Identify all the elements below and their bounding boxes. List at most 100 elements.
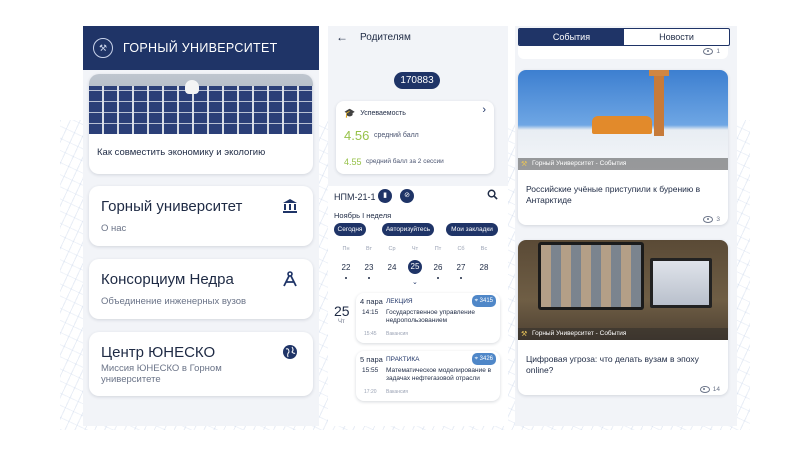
- day-name: Вт: [365, 246, 372, 252]
- today-button[interactable]: Сегодня: [334, 223, 366, 236]
- performance-header: 🎓 Успеваемость: [344, 108, 406, 119]
- news-card[interactable]: ⚒ Горный Университет - События Цифровая …: [518, 240, 728, 395]
- menu-item-title: Горный университет: [101, 198, 243, 215]
- bookmark-icon[interactable]: ▮: [378, 189, 392, 203]
- event-dot: [368, 277, 370, 279]
- lesson-type: ЛЕКЦИЯ: [386, 298, 413, 305]
- selected-day-weekday: Чт: [338, 319, 345, 325]
- featured-image: [89, 74, 313, 134]
- lesson-number: 5 пара: [360, 355, 383, 364]
- menu-item-title: Центр ЮНЕСКО: [101, 344, 216, 361]
- session-average: 4.55: [344, 157, 362, 167]
- lesson-number: 4 пара: [360, 297, 383, 306]
- screen-title: Родителям: [360, 31, 411, 43]
- main-menu-screen: ⚒ ГОРНЫЙ УНИВЕРСИТЕТ Как совместить экон…: [83, 26, 319, 426]
- day-number[interactable]: 24: [382, 263, 402, 272]
- view-count-value: 3: [716, 216, 720, 223]
- day-name: Пн: [342, 246, 350, 252]
- app-header: ⚒ ГОРНЫЙ УНИВЕРСИТЕТ: [83, 26, 319, 70]
- previous-news-card[interactable]: 1: [518, 46, 728, 59]
- day-name: Пт: [434, 246, 442, 252]
- lesson-note: Вакансия: [386, 331, 408, 337]
- day-number[interactable]: 23: [359, 263, 379, 272]
- event-dot: [460, 277, 462, 279]
- news-title: Российские учёные приступили к бурению в…: [526, 184, 701, 205]
- average-grade-label: средний балл: [374, 132, 419, 139]
- day-number-selected[interactable]: 25: [408, 260, 422, 274]
- back-arrow-icon[interactable]: ←: [336, 30, 348, 44]
- performance-label: Успеваемость: [360, 110, 406, 117]
- lesson-name: Государственное управление недропользова…: [386, 309, 475, 324]
- news-image: ⚒ Горный Университет - События: [518, 240, 728, 340]
- selected-day-number: 25: [334, 303, 350, 319]
- day-number[interactable]: 27: [451, 263, 471, 272]
- lesson-end: 17:20: [364, 389, 377, 395]
- session-average-label: средний балл за 2 сессии: [366, 158, 444, 165]
- performance-card[interactable]: 🎓 Успеваемость › 4.56 средний балл 4.55 …: [336, 101, 494, 174]
- room-number: 3415: [479, 298, 493, 304]
- chevron-down-icon[interactable]: ⌄: [412, 278, 418, 286]
- tab-news[interactable]: Новости: [624, 29, 729, 45]
- menu-item-subtitle: Миссия ЮНЕСКО в Горном университете: [101, 363, 222, 385]
- lesson-card[interactable]: 4 пара ЛЕКЦИЯ ⌖ 3415 14:15 15:45 Государ…: [356, 293, 500, 343]
- room-number: 3426: [479, 356, 493, 362]
- group-name: НПМ-21-1: [334, 192, 376, 202]
- student-id-badge: 170883: [394, 72, 440, 89]
- lesson-card[interactable]: 5 пара ПРАКТИКА ⌖ 3426 15:55 17:20 Матем…: [356, 351, 500, 401]
- day-number[interactable]: 26: [428, 263, 448, 272]
- eye-icon: [703, 48, 714, 55]
- app-title: ГОРНЫЙ УНИВЕРСИТЕТ: [123, 41, 278, 55]
- day-name: Ср: [388, 246, 396, 252]
- eye-icon: [703, 216, 714, 223]
- news-image: ⚒ Горный Университет - События: [518, 70, 728, 170]
- view-count: 14: [699, 386, 720, 393]
- menu-item-unesco[interactable]: Центр ЮНЕСКО Миссия ЮНЕСКО в Горном унив…: [89, 332, 313, 396]
- average-grade: 4.56: [344, 128, 370, 143]
- image-caption-bar: ⚒ Горный Университет - События: [518, 328, 728, 340]
- hammer-pick-icon: ⚒: [521, 161, 528, 168]
- parents-screen: ← Родителям 170883 🎓 Успеваемость › 4.56…: [328, 26, 508, 426]
- globe-icon: [281, 344, 299, 362]
- image-caption-bar: ⚒ Горный Университет - События: [518, 158, 728, 170]
- lesson-name: Математическое моделирование в задачах н…: [386, 367, 492, 382]
- menu-item-subtitle: Объединение инженерных вузов: [101, 296, 247, 307]
- compass-icon: [281, 271, 299, 289]
- day-number[interactable]: 22: [336, 263, 356, 272]
- view-count: 1: [703, 48, 720, 55]
- featured-article-card[interactable]: Как совместить экономику и экологию: [89, 74, 313, 174]
- day-number[interactable]: 28: [474, 263, 494, 272]
- authorize-button[interactable]: Авторизуйтесь: [382, 223, 434, 236]
- menu-item-title: Консорциум Недра: [101, 271, 234, 288]
- graduation-cap-icon: 🎓: [344, 108, 356, 118]
- news-card[interactable]: ⚒ Горный Университет - События Российски…: [518, 70, 728, 225]
- image-caption: Горный Университет - События: [532, 330, 627, 337]
- image-caption: Горный Университет - События: [532, 160, 627, 167]
- tab-bar: События Новости: [518, 28, 730, 46]
- schedule-panel: НПМ-21-1 ▮ ⊘ Ноябрь I неделя Сегодня Авт…: [328, 186, 508, 426]
- location-pin-icon: ⌖: [474, 298, 478, 304]
- search-icon[interactable]: [487, 189, 498, 203]
- room-badge[interactable]: ⌖ 3426: [471, 353, 496, 365]
- day-name: Чт: [411, 246, 419, 252]
- eye-icon: [699, 386, 710, 393]
- tab-events[interactable]: События: [519, 29, 624, 45]
- day-name: Вс: [480, 246, 488, 252]
- room-badge[interactable]: ⌖ 3415: [471, 295, 496, 307]
- event-dot: [437, 277, 439, 279]
- menu-item-consortium[interactable]: Консорциум Недра Объединение инженерных …: [89, 259, 313, 319]
- event-dot: [345, 277, 347, 279]
- events-screen: События Новости 1 ⚒ Горный Университет -…: [515, 26, 737, 426]
- featured-caption: Как совместить экономику и экологию: [97, 147, 266, 158]
- chevron-right-icon[interactable]: ›: [482, 104, 486, 116]
- no-notification-icon[interactable]: ⊘: [400, 189, 414, 203]
- lesson-type: ПРАКТИКА: [386, 356, 420, 363]
- top-bar: ← Родителям: [328, 26, 508, 48]
- my-bookmarks-button[interactable]: Мои закладки: [446, 223, 498, 236]
- lesson-end: 15:45: [364, 331, 377, 337]
- menu-item-university[interactable]: Горный университет О нас: [89, 186, 313, 246]
- lesson-start: 14:15: [362, 309, 379, 316]
- location-pin-icon: ⌖: [474, 356, 478, 362]
- menu-item-subtitle: О нас: [101, 223, 127, 234]
- lesson-note: Вакансия: [386, 389, 408, 395]
- institution-icon: [281, 198, 299, 216]
